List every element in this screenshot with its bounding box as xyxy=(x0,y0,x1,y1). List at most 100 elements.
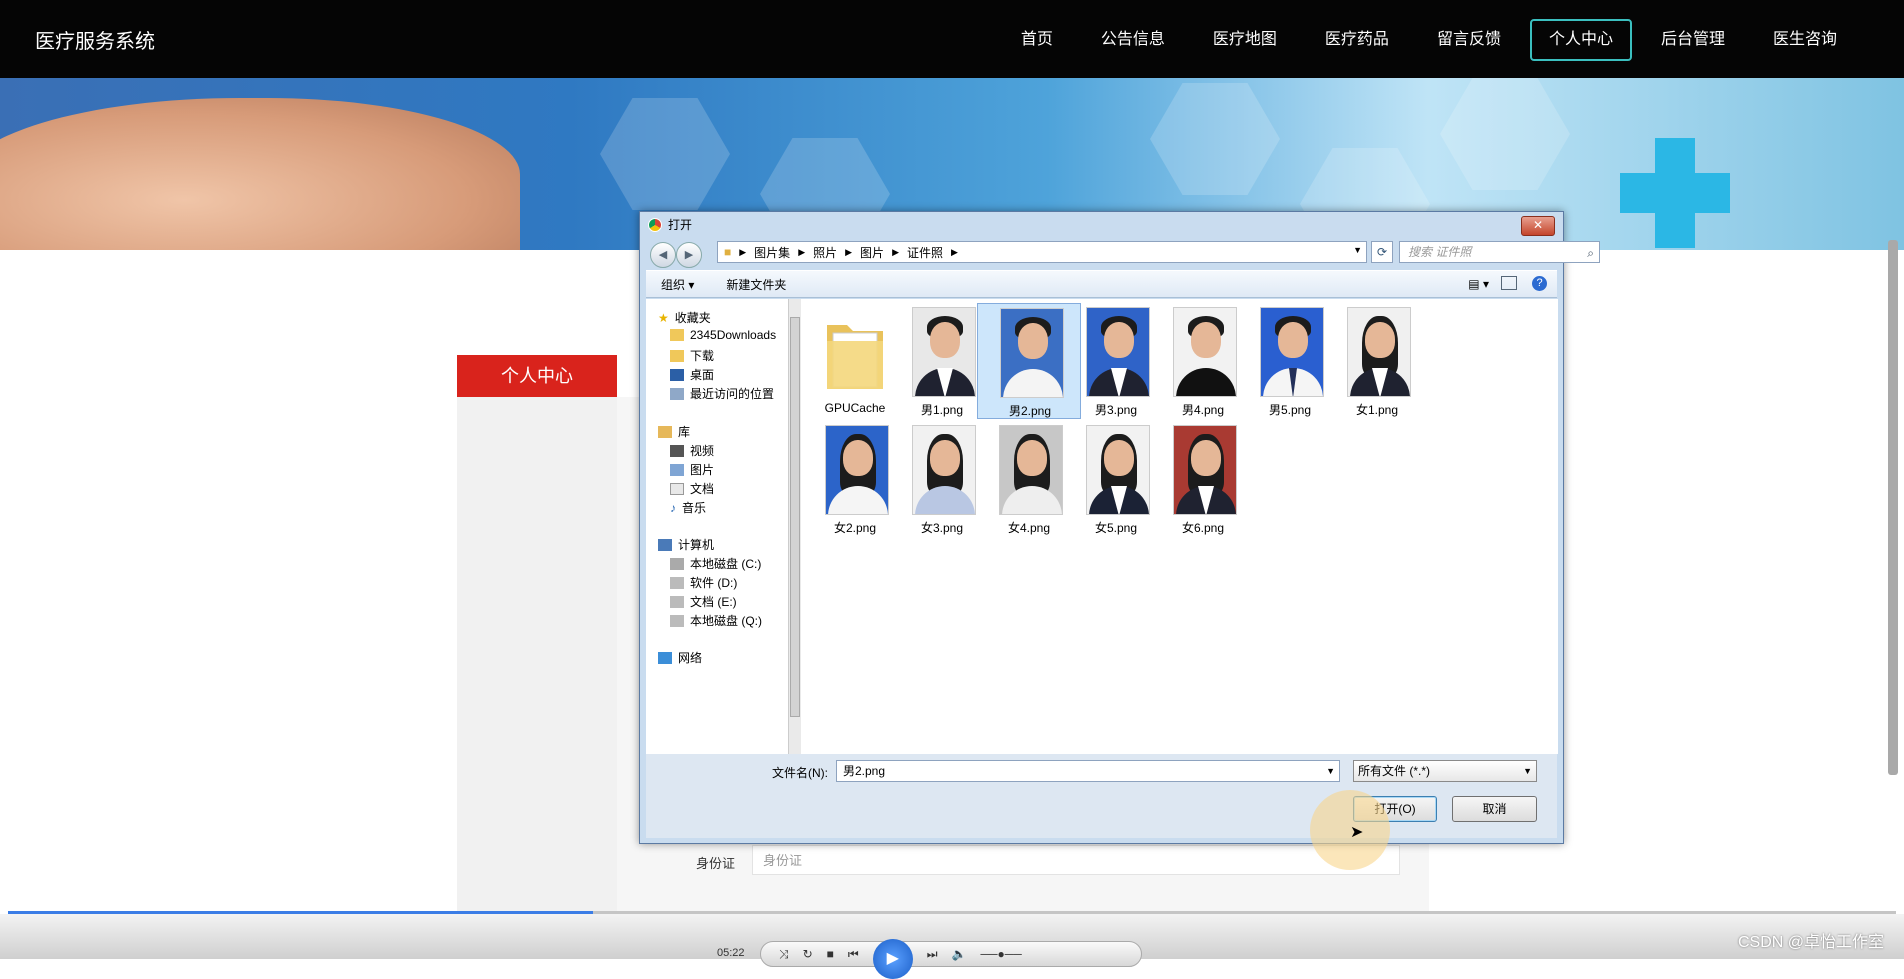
next-icon[interactable]: ⏭ xyxy=(927,947,938,962)
breadcrumb-chevron-icon[interactable]: ▶ xyxy=(892,247,899,258)
breadcrumb-item[interactable]: 证件照 xyxy=(907,244,943,261)
file-item-female6[interactable]: 女6.png xyxy=(1151,421,1255,537)
nav-item-admin[interactable]: 后台管理 xyxy=(1642,19,1744,61)
play-icon[interactable]: ▶ xyxy=(872,939,913,979)
banner-hexagon xyxy=(600,98,730,210)
sidebar-title[interactable]: 个人中心 xyxy=(457,355,617,397)
breadcrumb-chevron-icon[interactable]: ▶ xyxy=(845,247,852,258)
filename-dropdown-icon[interactable]: ▼ xyxy=(1326,761,1335,781)
help-icon[interactable]: ? xyxy=(1532,276,1547,291)
photo-thumbnail xyxy=(912,307,976,397)
preview-pane-icon[interactable] xyxy=(1501,276,1517,290)
nav-pane-scrollbar[interactable] xyxy=(788,299,801,754)
nav-item-announcements[interactable]: 公告信息 xyxy=(1082,19,1184,61)
nav-item-feedback[interactable]: 留言反馈 xyxy=(1418,19,1520,61)
nav-item-documents[interactable]: 文档 xyxy=(670,480,714,497)
top-navbar: 医疗服务系统 首页 公告信息 医疗地图 医疗药品 留言反馈 个人中心 后台管理 … xyxy=(0,0,1904,78)
forward-arrow-icon[interactable]: ▶ xyxy=(676,242,702,268)
id-card-input[interactable]: 身份证 xyxy=(752,845,1400,875)
download-folder-icon xyxy=(670,349,684,362)
scrollbar-thumb[interactable] xyxy=(790,317,800,717)
breadcrumb-item[interactable]: 照片 xyxy=(813,244,837,261)
picture-icon xyxy=(670,463,684,476)
face-shape xyxy=(1191,322,1221,358)
search-icon[interactable]: ⌕ xyxy=(1587,243,1594,263)
cancel-button[interactable]: 取消 xyxy=(1452,796,1537,822)
dialog-titlebar: 打开 xyxy=(648,216,692,233)
face-shape xyxy=(1191,440,1221,476)
nav-item-downloads[interactable]: 下载 xyxy=(670,347,714,364)
nav-drive-e[interactable]: 文档 (E:) xyxy=(670,593,737,610)
address-dropdown-icon[interactable]: ▼ xyxy=(1353,245,1362,255)
nav-item-label: 桌面 xyxy=(690,368,715,382)
nav-item-videos[interactable]: 视频 xyxy=(670,442,714,459)
face-shape xyxy=(930,322,960,358)
nav-item-label: 软件 (D:) xyxy=(690,576,738,590)
computer-icon xyxy=(658,538,672,551)
star-icon: ★ xyxy=(658,310,669,325)
file-label: 女6.png xyxy=(1181,521,1225,535)
breadcrumb-item[interactable]: 图片 xyxy=(860,244,884,261)
shuffle-icon[interactable]: ⤨ xyxy=(779,947,789,962)
filetype-select[interactable]: 所有文件 (*.*) ▼ xyxy=(1353,760,1537,782)
page-scrollbar[interactable] xyxy=(1888,240,1898,775)
nav-item-medicines[interactable]: 医疗药品 xyxy=(1306,19,1408,61)
nav-item-pictures[interactable]: 图片 xyxy=(670,461,714,478)
nav-drive-c[interactable]: 本地磁盘 (C:) xyxy=(670,555,761,572)
nav-item-label: 最近访问的位置 xyxy=(690,387,775,401)
nav-libraries-label: 库 xyxy=(678,425,691,439)
site-brand[interactable]: 医疗服务系统 xyxy=(35,25,155,54)
back-arrow-icon[interactable]: ◀ xyxy=(650,242,676,268)
breadcrumb-chevron-icon[interactable]: ▶ xyxy=(798,247,805,258)
nav-item-label: 本地磁盘 (C:) xyxy=(690,557,762,571)
photo-thumbnail xyxy=(1000,308,1064,398)
photo-thumbnail xyxy=(1347,307,1411,397)
previous-icon[interactable]: ⏮ xyxy=(848,947,859,962)
nav-network[interactable]: 网络 xyxy=(658,649,702,666)
view-options-icon[interactable]: ▤ ▾ xyxy=(1468,277,1489,291)
new-folder-button[interactable]: 新建文件夹 xyxy=(726,276,786,293)
nav-favorites[interactable]: ★ 收藏夹 xyxy=(658,309,711,326)
filename-label: 文件名(N): xyxy=(772,766,828,780)
folder-icon: ■ xyxy=(724,245,732,259)
face-shape xyxy=(930,440,960,476)
file-item-female1[interactable]: 女1.png xyxy=(1325,303,1429,419)
face-shape xyxy=(1017,440,1047,476)
tshirt-shape xyxy=(1176,368,1236,396)
filename-input[interactable]: 男2.png ▼ xyxy=(836,760,1340,782)
drive-icon xyxy=(670,576,684,589)
filetype-dropdown-icon[interactable]: ▼ xyxy=(1523,761,1532,781)
nav-item-music[interactable]: ♪ 音乐 xyxy=(670,499,706,516)
nav-item-home[interactable]: 首页 xyxy=(1002,19,1072,61)
watermark-text: CSDN @卓怡工作室 xyxy=(1737,934,1884,951)
shirt-shape xyxy=(915,486,975,514)
nav-drive-d[interactable]: 软件 (D:) xyxy=(670,574,737,591)
photo-thumbnail xyxy=(1260,307,1324,397)
nav-item-medical-map[interactable]: 医疗地图 xyxy=(1194,19,1296,61)
nav-network-label: 网络 xyxy=(678,651,703,665)
nav-item-downloads-2345[interactable]: 2345Downloads xyxy=(670,328,776,342)
nav-item-doctor-consult[interactable]: 医生咨询 xyxy=(1754,19,1856,61)
organize-button[interactable]: 组织 ▾ xyxy=(661,276,694,293)
player-controls: ⤨ ↻ ■ ⏮ ▶ ⏭ 🔈 ──●── xyxy=(760,939,1142,979)
nav-libraries[interactable]: 库 xyxy=(658,423,690,440)
refresh-icon[interactable]: ⟳ xyxy=(1371,241,1393,263)
address-bar[interactable]: ■ ▶ 图片集 ▶ 照片 ▶ 图片 ▶ 证件照 ▶ ▼ xyxy=(717,241,1367,263)
nav-item-label: 图片 xyxy=(690,463,715,477)
nav-computer-label: 计算机 xyxy=(678,538,715,552)
nav-item-label: 文档 xyxy=(690,482,715,496)
search-input[interactable]: 搜索 证件照 ⌕ xyxy=(1399,241,1600,263)
nav-item-recent[interactable]: 最近访问的位置 xyxy=(670,385,774,402)
sidebar-panel xyxy=(457,397,617,959)
breadcrumb-item[interactable]: 图片集 xyxy=(754,244,790,261)
file-label: 女1.png xyxy=(1355,403,1399,417)
nav-favorites-label: 收藏夹 xyxy=(674,311,711,325)
recent-places-icon xyxy=(670,387,684,400)
dialog-close-button[interactable]: ✕ xyxy=(1521,216,1555,236)
nav-drive-q[interactable]: 本地磁盘 (Q:) xyxy=(670,612,762,629)
nav-item-desktop[interactable]: 桌面 xyxy=(670,366,714,383)
nav-item-personal-center[interactable]: 个人中心 xyxy=(1529,19,1632,61)
breadcrumb-chevron-icon[interactable]: ▶ xyxy=(739,247,746,258)
nav-computer[interactable]: 计算机 xyxy=(658,536,714,553)
breadcrumb-chevron-icon[interactable]: ▶ xyxy=(951,247,958,258)
